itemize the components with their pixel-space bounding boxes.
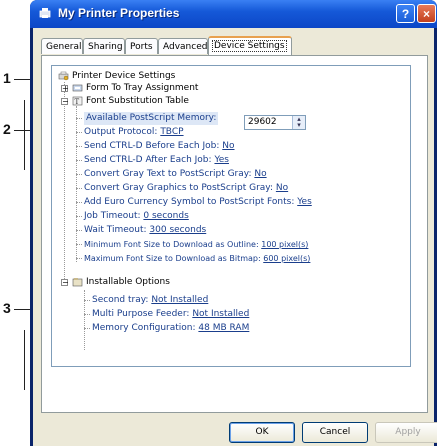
tab-device-settings[interactable]: Device Settings xyxy=(208,36,292,56)
convert-gray-text-key: Convert Gray Text to PostScript Gray: xyxy=(84,169,252,179)
tree-root-label: Printer Device Settings xyxy=(72,71,176,81)
tree-connector xyxy=(76,244,82,245)
ok-button[interactable]: OK xyxy=(229,422,295,443)
tree-item-form-tray[interactable]: Form To Tray Assignment xyxy=(72,82,198,95)
tree-item-convert-gray-text[interactable]: Convert Gray Text to PostScript Gray: No xyxy=(84,168,267,181)
wait-timeout-key: Wait Timeout: xyxy=(84,225,147,235)
second-tray-value[interactable]: Not Installed xyxy=(151,295,208,305)
tree-connector xyxy=(76,216,82,217)
window-title: My Printer Properties xyxy=(58,6,180,20)
tree-connector xyxy=(76,258,82,259)
convert-gray-graphics-key: Convert Gray Graphics to PostScript Gray… xyxy=(84,183,274,193)
spin-up-down-icon[interactable]: ▴ ▾ xyxy=(292,116,305,129)
installable-options-label: Installable Options xyxy=(86,277,170,287)
tree-connector xyxy=(84,314,90,315)
tree-item-job-timeout[interactable]: Job Timeout: 0 seconds xyxy=(84,210,189,223)
send-ctrl-before-key: Send CTRL-D Before Each Job: xyxy=(84,141,220,151)
send-ctrl-before-value[interactable]: No xyxy=(222,141,234,151)
font-sub-label: Font Substitution Table xyxy=(86,96,189,106)
tree-connector xyxy=(76,174,82,175)
tree-connector xyxy=(84,300,90,301)
send-ctrl-after-key: Send CTRL-D After Each Job: xyxy=(84,155,212,165)
device-settings-panel: Printer Device Settings + Form To Tray A… xyxy=(41,55,428,413)
output-protocol-value[interactable]: TBCP xyxy=(160,127,183,137)
tree-item-send-ctrl-before[interactable]: Send CTRL-D Before Each Job: No xyxy=(84,140,235,153)
apply-button[interactable]: Apply xyxy=(375,422,437,443)
tab-device-settings-label: Device Settings xyxy=(212,40,287,52)
memory-config-value[interactable]: 48 MB RAM xyxy=(198,323,249,333)
svg-text:T: T xyxy=(75,98,80,106)
euro-symbol-value[interactable]: Yes xyxy=(297,197,312,207)
send-ctrl-after-value[interactable]: Yes xyxy=(214,155,229,165)
form-tray-label: Form To Tray Assignment xyxy=(86,83,199,93)
max-font-size-value[interactable]: 600 pixel(s) xyxy=(263,254,310,263)
printer-settings-icon xyxy=(58,71,69,80)
tree-item-euro-symbol[interactable]: Add Euro Currency Symbol to PostScript F… xyxy=(84,196,312,209)
min-font-size-value[interactable]: 100 pixel(s) xyxy=(261,240,308,249)
job-timeout-value[interactable]: 0 seconds xyxy=(143,211,188,221)
tree-item-send-ctrl-after[interactable]: Send CTRL-D After Each Job: Yes xyxy=(84,154,229,167)
output-protocol-key: Output Protocol: xyxy=(84,127,158,137)
euro-symbol-key: Add Euro Currency Symbol to PostScript F… xyxy=(84,197,295,207)
expand-font-sub-icon[interactable]: − xyxy=(61,98,69,106)
printer-icon xyxy=(39,8,51,18)
available-memory-label: Available PostScript Memory: xyxy=(86,113,217,123)
tab-ports[interactable]: Ports xyxy=(125,38,158,54)
tray-icon xyxy=(72,84,83,91)
tree-connector xyxy=(84,290,85,350)
title-bar[interactable]: My Printer Properties ? × xyxy=(30,0,437,28)
wait-timeout-value[interactable]: 300 seconds xyxy=(149,225,206,235)
tree-item-min-font-size[interactable]: Minimum Font Size to Download as Outline… xyxy=(84,238,308,251)
tab-advanced[interactable]: Advanced xyxy=(158,38,208,54)
multi-feeder-key: Multi Purpose Feeder: xyxy=(92,309,190,319)
expand-form-tray-icon[interactable]: + xyxy=(61,85,69,93)
tree-connector xyxy=(76,146,82,147)
tree-item-convert-gray-graphics[interactable]: Convert Gray Graphics to PostScript Gray… xyxy=(84,182,288,195)
tree-connector xyxy=(76,202,82,203)
callout-bracket-line xyxy=(24,100,25,170)
tree-connector xyxy=(76,106,77,262)
close-button[interactable]: × xyxy=(417,4,436,23)
tree-item-available-memory[interactable]: Available PostScript Memory: xyxy=(84,112,219,125)
tree-item-memory-config[interactable]: Memory Configuration: 48 MB RAM xyxy=(92,322,249,335)
tree-item-font-substitution[interactable]: T Font Substitution Table xyxy=(72,95,189,108)
convert-gray-text-value[interactable]: No xyxy=(254,169,266,179)
tree-item-output-protocol[interactable]: Output Protocol: TBCP xyxy=(84,126,184,139)
options-icon xyxy=(72,277,83,286)
min-font-size-key: Minimum Font Size to Download as Outline… xyxy=(84,240,259,249)
font-table-icon: T xyxy=(72,96,83,106)
max-font-size-key: Maximum Font Size to Download as Bitmap: xyxy=(84,254,261,263)
cancel-button[interactable]: Cancel xyxy=(302,422,368,443)
callout-number-2: 2 xyxy=(3,121,11,137)
dialog-client-area: General Sharing Ports Advanced Device Se… xyxy=(33,28,437,446)
multi-feeder-value[interactable]: Not Installed xyxy=(192,309,249,319)
available-memory-spinner[interactable]: 29602 ▴ ▾ xyxy=(244,115,306,130)
available-memory-value: 29602 xyxy=(248,117,277,127)
help-button[interactable]: ? xyxy=(396,4,415,23)
tree-connector xyxy=(84,328,90,329)
tree-item-max-font-size[interactable]: Maximum Font Size to Download as Bitmap:… xyxy=(84,252,310,265)
tree-item-installable-options[interactable]: Installable Options xyxy=(72,276,170,289)
properties-window: My Printer Properties ? × General Sharin… xyxy=(30,0,437,446)
second-tray-key: Second tray: xyxy=(92,295,149,305)
tree-connector xyxy=(76,160,82,161)
tree-item-multi-purpose-feeder[interactable]: Multi Purpose Feeder: Not Installed xyxy=(92,308,249,321)
callout-number-3: 3 xyxy=(3,300,11,316)
tree-connector xyxy=(76,230,82,231)
tree-connector xyxy=(76,132,82,133)
device-settings-tree[interactable]: Printer Device Settings + Form To Tray A… xyxy=(51,65,411,367)
convert-gray-graphics-value[interactable]: No xyxy=(276,183,288,193)
callout-number-1: 1 xyxy=(3,70,11,86)
tree-connector xyxy=(64,82,65,279)
job-timeout-key: Job Timeout: xyxy=(84,211,141,221)
expand-installable-icon[interactable]: − xyxy=(61,279,69,287)
tab-general[interactable]: General xyxy=(41,38,83,54)
callout-bracket-line xyxy=(24,330,25,390)
tab-sharing[interactable]: Sharing xyxy=(83,38,125,54)
memory-config-key: Memory Configuration: xyxy=(92,323,196,333)
tree-connector xyxy=(76,188,82,189)
tree-item-second-tray[interactable]: Second tray: Not Installed xyxy=(92,294,208,307)
tree-connector xyxy=(76,118,82,119)
tree-item-wait-timeout[interactable]: Wait Timeout: 300 seconds xyxy=(84,224,206,237)
